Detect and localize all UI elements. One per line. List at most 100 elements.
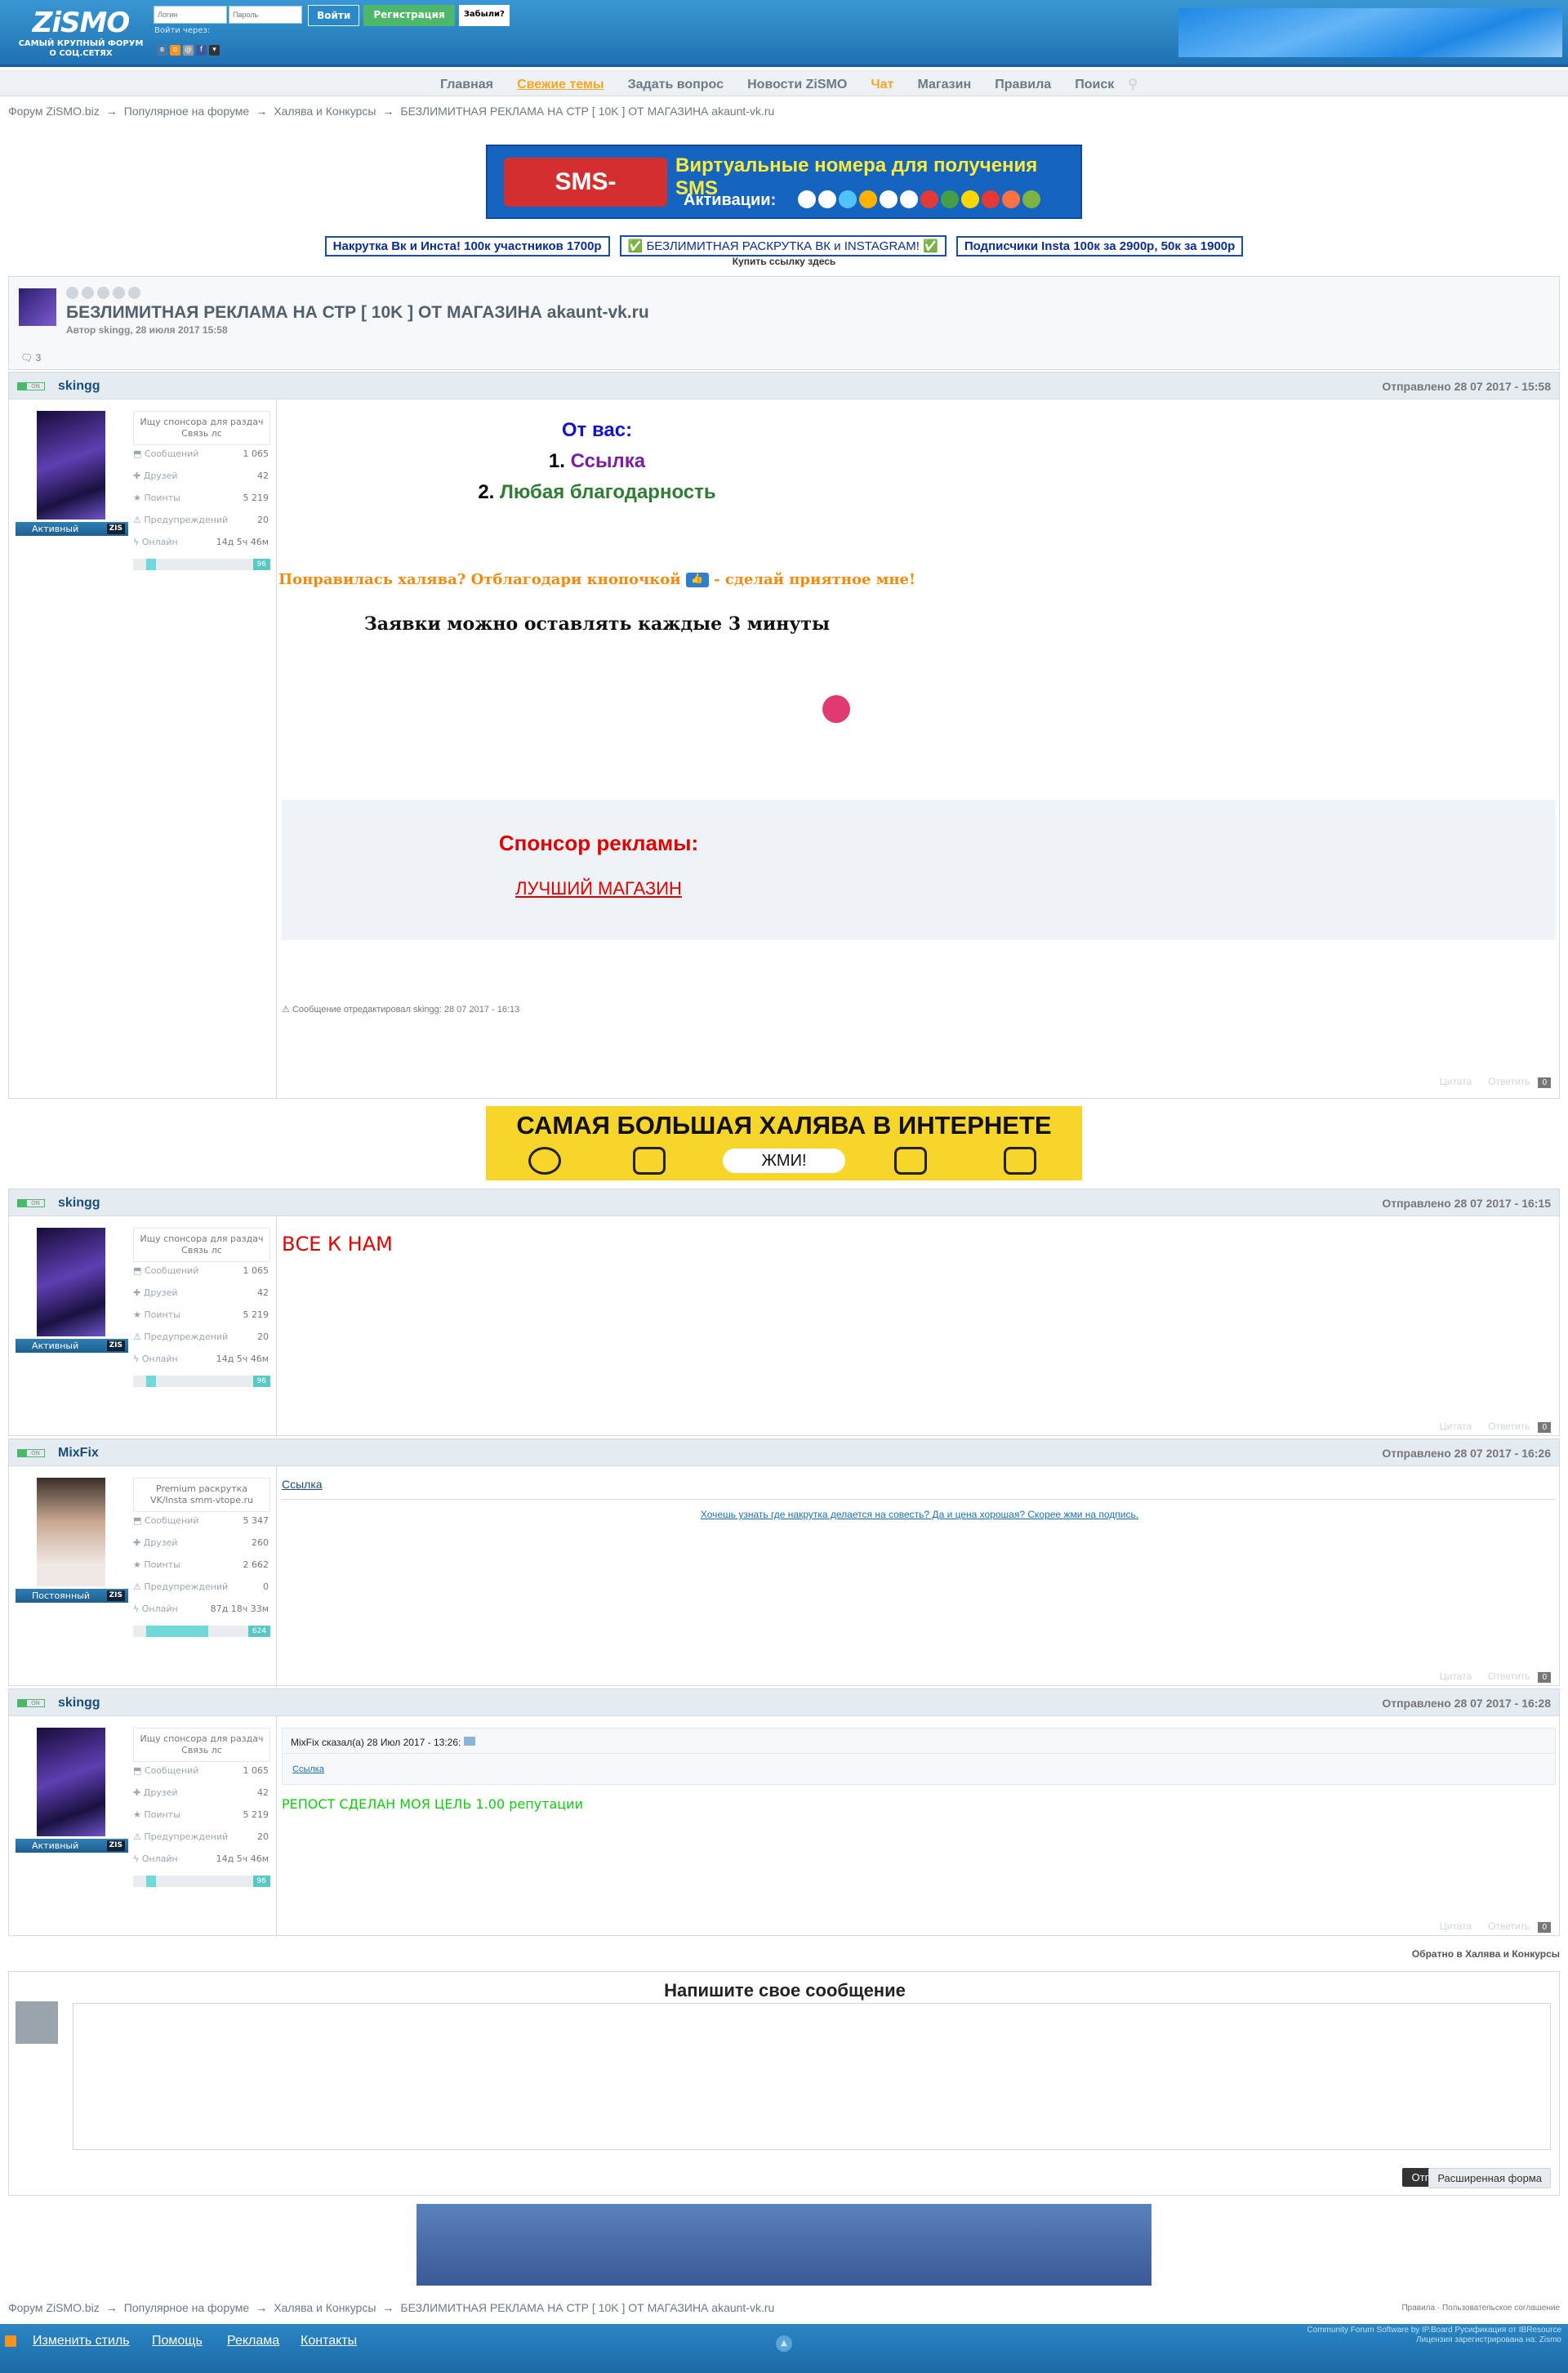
post-date[interactable]: Отправлено 28 07 2017 - 16:28 — [1382, 1697, 1551, 1710]
text-ad-1[interactable]: Накрутка Вк и Инста! 100к участников 170… — [324, 236, 610, 256]
nav-chat[interactable]: Чат — [871, 78, 893, 92]
crumb-freebies[interactable]: Халява и Конкурсы — [274, 105, 376, 118]
quote-block: MixFix сказал(а) 28 Июл 2017 - 13:26: Сс… — [282, 1728, 1556, 1785]
reply-button[interactable]: Ответить — [1488, 1670, 1530, 1682]
facebook-icon[interactable]: f — [196, 45, 207, 56]
logo-mark: ZiSMO — [32, 7, 131, 39]
post-author[interactable]: skingg — [58, 1696, 100, 1711]
mailru-icon[interactable]: @ — [183, 45, 194, 56]
header-ad-banner[interactable] — [1178, 8, 1562, 57]
reply-button[interactable]: Ответить — [1488, 1076, 1530, 1087]
avatar[interactable] — [37, 1228, 105, 1336]
service-icons — [798, 190, 1040, 212]
logo-tagline-1: САМЫЙ КРУПНЫЙ ФОРУМ — [18, 39, 144, 48]
like-count[interactable]: 0 — [1538, 1077, 1551, 1088]
post-date[interactable]: Отправлено 28 07 2017 - 16:15 — [1382, 1197, 1551, 1210]
footer-help[interactable]: Помощь — [152, 2334, 203, 2348]
more-icon[interactable]: ▾ — [209, 45, 220, 56]
vk-icon[interactable]: в — [157, 45, 167, 56]
post-author[interactable]: skingg — [58, 1196, 100, 1211]
like-count[interactable]: 0 — [1538, 1922, 1551, 1933]
sponsor-link[interactable]: ЛУЧШИЙ МАГАЗИН — [282, 878, 915, 899]
crumb-freebies[interactable]: Халява и Конкурсы — [274, 2301, 376, 2314]
post-date[interactable]: Отправлено 28 07 2017 - 15:58 — [1382, 380, 1551, 393]
post-link[interactable]: Ссылка — [282, 1478, 323, 1491]
user-avatar-icon — [16, 2001, 58, 2044]
avatar[interactable] — [37, 1728, 105, 1836]
friends-icon: ✚ — [133, 1287, 144, 1298]
rank-badge: Активный ZIS — [16, 522, 128, 536]
nav-rules[interactable]: Правила — [995, 78, 1051, 92]
site-logo[interactable]: ZiSMO САМЫЙ КРУПНЫЙ ФОРУМ О СОЦ.СЕТЯХ — [11, 7, 150, 59]
messages-icon: ⬒ — [133, 1265, 145, 1276]
reply-button[interactable]: Ответить — [1488, 1421, 1530, 1432]
stat-friends: ✚ Друзей 42 — [133, 471, 269, 481]
ok-icon[interactable]: о — [170, 45, 180, 56]
footer-rules-links[interactable]: Правила · Пользовательское соглашение — [1401, 2304, 1560, 2313]
footer-ad-banner[interactable] — [416, 2204, 1152, 2286]
crumb-popular[interactable]: Популярное на форуме — [124, 105, 249, 118]
lightning-icon: ϟ — [133, 537, 142, 547]
text-ad-3[interactable]: Подписчики Insta 100к за 2900р, 50к за 1… — [956, 236, 1244, 256]
arrow-icon: → — [256, 105, 268, 118]
post-actions: Цитата Ответить 0 — [1440, 1670, 1551, 1683]
avatar[interactable] — [37, 411, 105, 520]
nav-search[interactable]: Поиск — [1075, 78, 1114, 92]
reputation-bar: 96 — [133, 1376, 270, 1387]
view-quote-icon[interactable] — [463, 1737, 475, 1746]
register-button[interactable]: Регистрация — [363, 5, 455, 26]
sms-reg-banner[interactable]: SMS-REG.com Виртуальные номера для получ… — [486, 145, 1082, 244]
buy-link[interactable]: Купить ссылку здесь — [0, 256, 1568, 267]
post: ON skingg Отправлено 28 07 2017 - 16:28 … — [8, 1688, 1560, 1937]
crumb-topic: БЕЗЛИМИТНАЯ РЕКЛАМА НА СТР [ 10K ] ОТ МА… — [400, 105, 775, 118]
topic-title: БЕЗЛИМИТНАЯ РЕКЛАМА НА СТР [ 10K ] ОТ МА… — [66, 303, 649, 322]
login-input[interactable] — [154, 6, 227, 24]
post-date[interactable]: Отправлено 28 07 2017 - 16:26 — [1382, 1447, 1551, 1460]
footer-contacts[interactable]: Контакты — [301, 2334, 357, 2348]
post-author[interactable]: MixFix — [58, 1446, 99, 1461]
stat-friends: ✚ Друзей 42 — [133, 1787, 269, 1798]
reply-count: 🗨 3 — [20, 352, 41, 364]
reply-textarea[interactable] — [73, 2003, 1551, 2150]
quote-button[interactable]: Цитата — [1440, 1076, 1472, 1087]
warning-icon: ⚠ — [133, 1331, 145, 1342]
crumb-popular[interactable]: Популярное на форуме — [124, 2301, 249, 2314]
quote-button[interactable]: Цитата — [1440, 1421, 1472, 1432]
rss-icon[interactable] — [5, 2335, 16, 2347]
freebie-ad-banner[interactable]: САМАЯ БОЛЬШАЯ ХАЛЯВА В ИНТЕРНЕТЕ ЖМИ! — [486, 1106, 1082, 1180]
like-count[interactable]: 0 — [1538, 1422, 1551, 1433]
advanced-form-button[interactable]: Расширенная форма — [1428, 2168, 1551, 2188]
quote-button[interactable]: Цитата — [1440, 1920, 1472, 1932]
nav-shop[interactable]: Магазин — [917, 78, 971, 92]
post-author[interactable]: skingg — [58, 379, 100, 394]
nav-home[interactable]: Главная — [440, 78, 493, 92]
post-actions: Цитата Ответить 0 — [1440, 1076, 1551, 1088]
nav-ask-question[interactable]: Задать вопрос — [628, 78, 724, 92]
crumb-forum[interactable]: Форум ZiSMO.biz — [8, 105, 100, 118]
forgot-password-button[interactable]: Забыли? — [458, 5, 510, 26]
footer-advertising[interactable]: Реклама — [227, 2334, 279, 2348]
signature-link[interactable]: Хочешь узнать где накрутка делается на с… — [278, 1509, 1561, 1520]
password-input[interactable] — [229, 6, 302, 24]
rank-badge: Постоянный ZIS — [16, 1589, 128, 1603]
text-ad-2[interactable]: ✅ БЕЗЛИМИТНАЯ РАСКРУТКА ВК и INSTAGRAM! … — [619, 235, 947, 256]
login-button[interactable]: Войти — [308, 5, 360, 26]
lightning-icon: ϟ — [133, 1853, 142, 1864]
arrow-icon: → — [105, 105, 118, 118]
topic-rating[interactable] — [66, 287, 144, 302]
nav-news[interactable]: Новости ZiSMO — [747, 78, 847, 92]
freebie-ad-button[interactable]: ЖМИ! — [723, 1149, 845, 1173]
avatar[interactable] — [37, 1478, 105, 1586]
quote-link[interactable]: Ссылка — [292, 1764, 324, 1774]
scroll-top-icon[interactable]: ▲ — [776, 2335, 792, 2352]
location-icon[interactable]: ⚲ — [1128, 76, 1138, 92]
like-count[interactable]: 0 — [1538, 1672, 1551, 1683]
author-avatar[interactable] — [19, 288, 56, 326]
nav-fresh-topics[interactable]: Свежие темы — [517, 78, 604, 92]
crumb-forum[interactable]: Форум ZiSMO.biz — [8, 2301, 100, 2314]
quote-button[interactable]: Цитата — [1440, 1670, 1472, 1682]
reply-button[interactable]: Ответить — [1488, 1920, 1530, 1932]
back-to-forum-link[interactable]: Обратно в Халява и Конкурсы — [1412, 1948, 1560, 1960]
arrow-icon: → — [105, 2301, 118, 2314]
footer-change-style[interactable]: Изменить стиль — [33, 2334, 130, 2348]
